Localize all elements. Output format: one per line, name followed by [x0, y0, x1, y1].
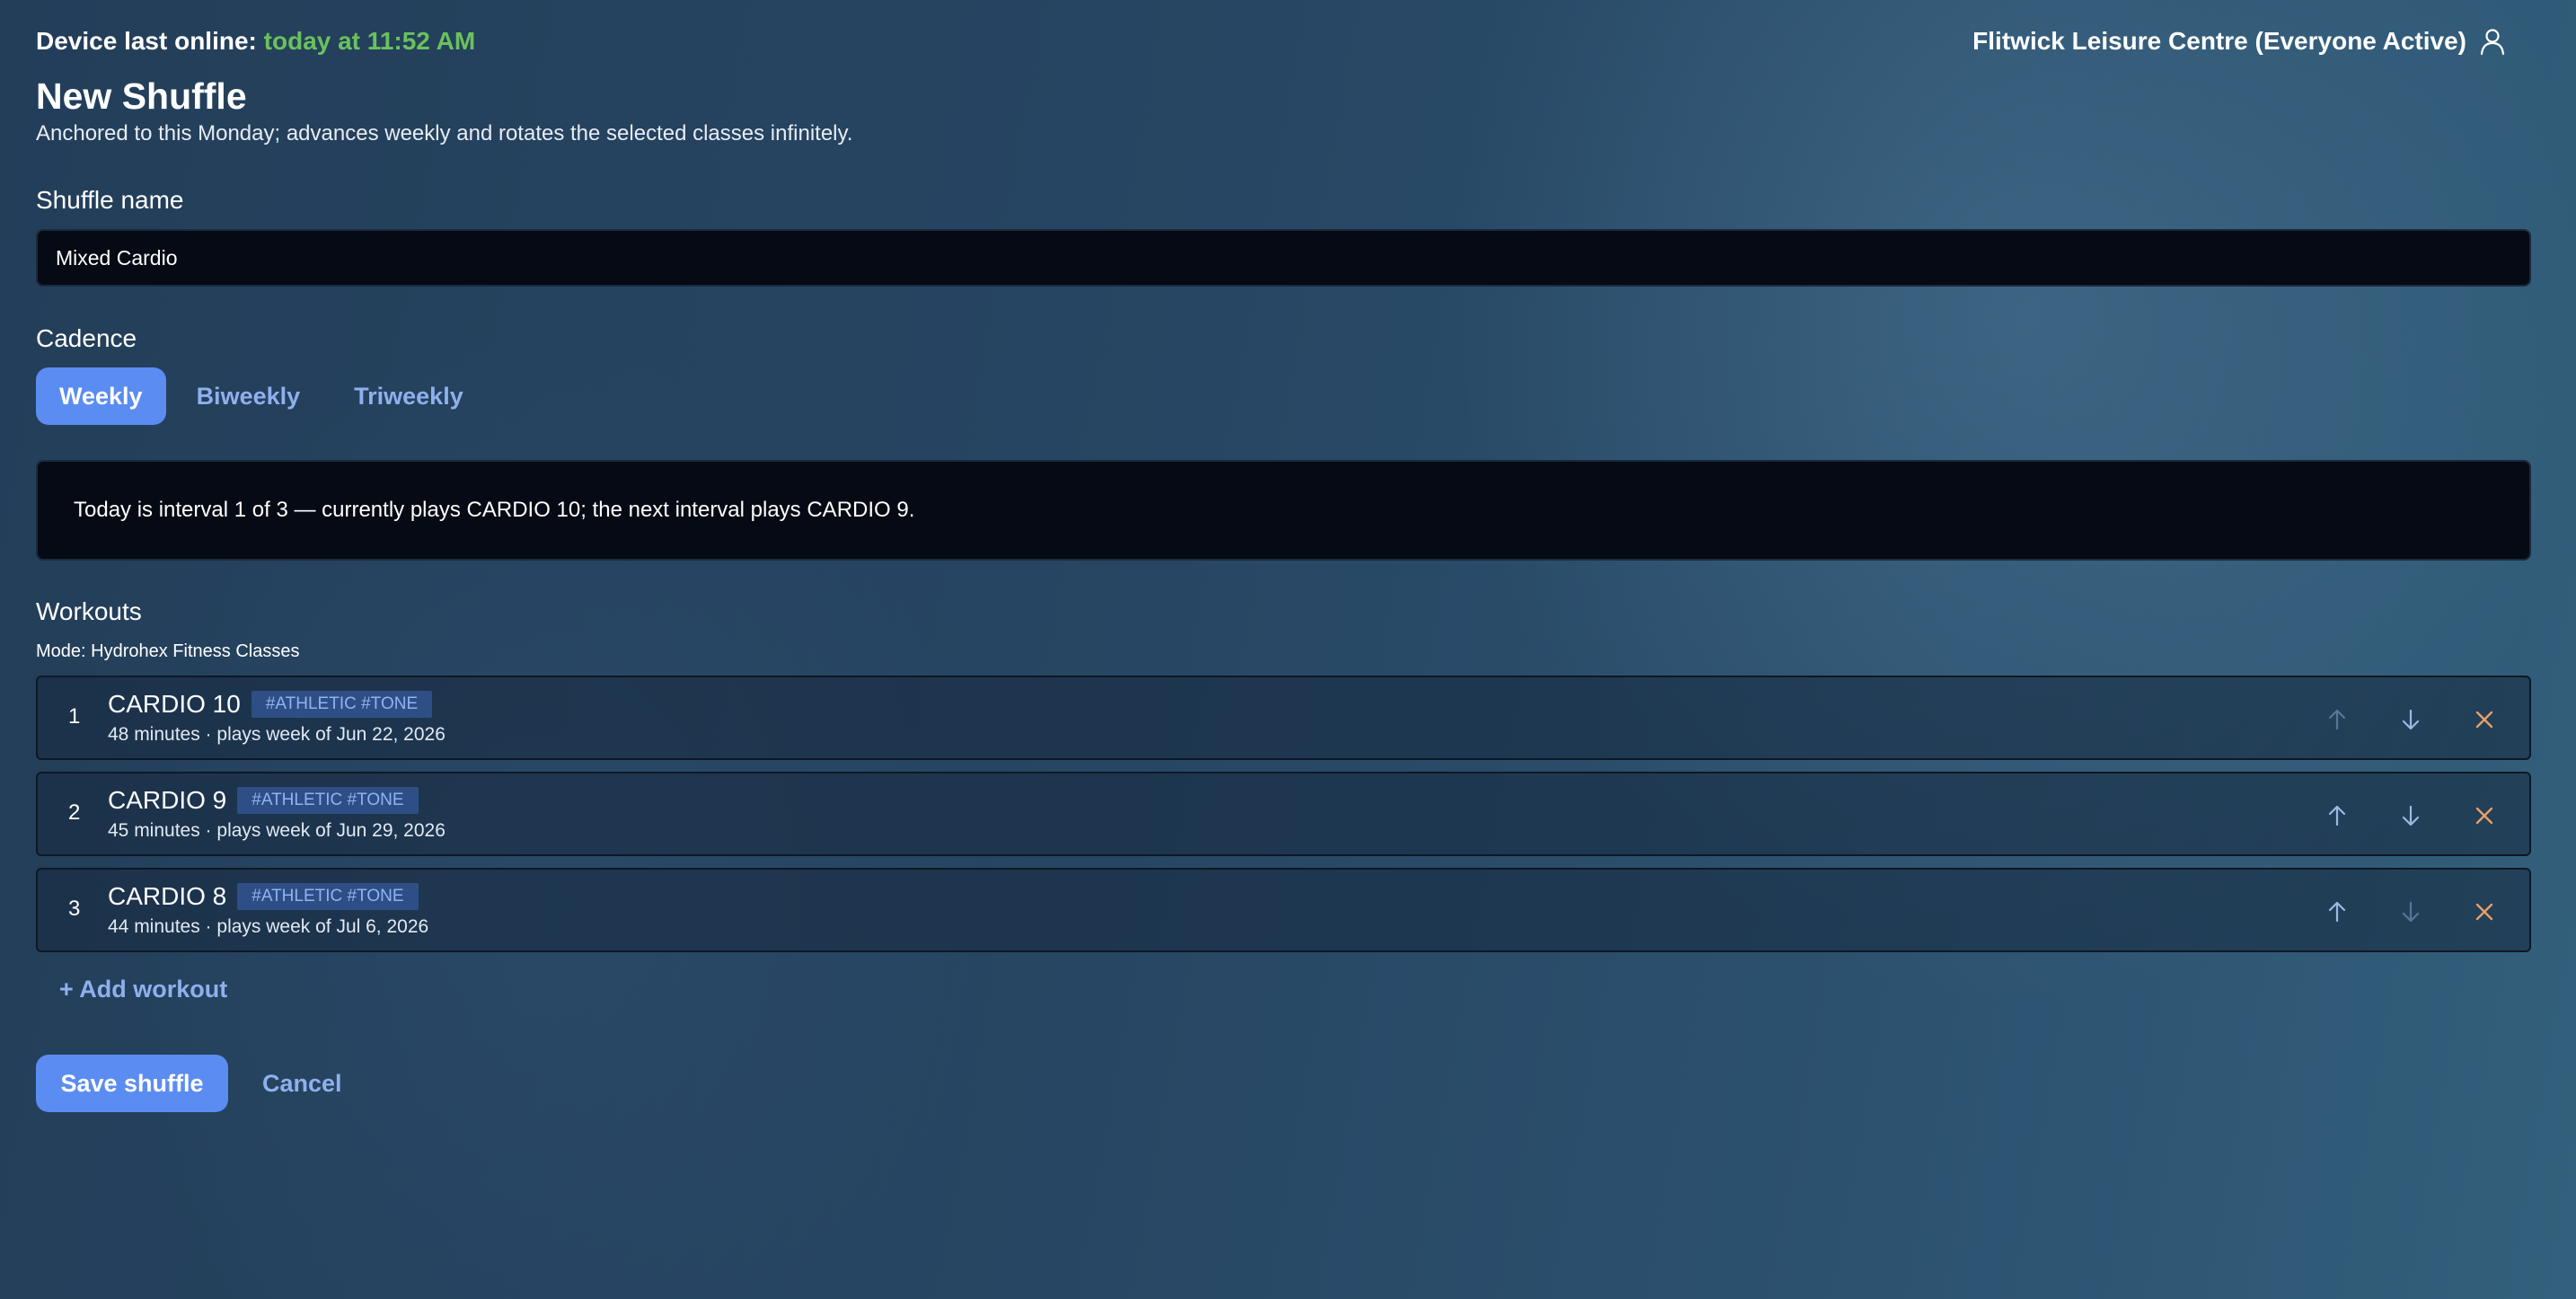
arrow-up-icon	[2328, 901, 2346, 923]
venue-name: Flitwick Leisure Centre (Everyone Active…	[1972, 27, 2466, 55]
device-last-online-time: today at 11:52 AM	[263, 27, 476, 55]
workout-tags: #ATHLETIC #TONE	[237, 883, 419, 910]
move-up-button[interactable]	[2319, 798, 2355, 834]
interval-info-box: Today is interval 1 of 3 — currently pla…	[36, 460, 2531, 561]
workout-index: 1	[68, 704, 81, 729]
cadence-option-triweekly[interactable]: Triweekly	[331, 367, 487, 425]
page-title: New Shuffle	[36, 75, 247, 117]
workout-row: 2 CARDIO 9 #ATHLETIC #TONE 45 minutes · …	[36, 772, 2531, 856]
workout-index: 2	[68, 800, 81, 825]
move-down-button[interactable]	[2393, 798, 2429, 834]
workout-actions	[2319, 798, 2502, 834]
workout-name: CARDIO 8	[108, 882, 227, 910]
move-down-button[interactable]	[2393, 702, 2429, 738]
workout-actions	[2319, 702, 2502, 738]
cadence-label: Cadence	[36, 324, 137, 352]
workout-actions	[2319, 894, 2502, 930]
close-icon	[2475, 903, 2493, 921]
close-icon	[2475, 711, 2493, 729]
remove-workout-button[interactable]	[2466, 702, 2502, 738]
interval-info-text: Today is interval 1 of 3 — currently pla…	[74, 498, 915, 522]
workout-name: CARDIO 9	[108, 786, 227, 814]
top-bar: Device last online: today at 11:52 AM Fl…	[36, 27, 2506, 63]
arrow-up-icon	[2328, 805, 2346, 826]
device-status: Device last online: today at 11:52 AM	[36, 27, 475, 56]
workout-index: 3	[68, 897, 81, 921]
remove-workout-button[interactable]	[2466, 798, 2502, 834]
cadence-option-weekly[interactable]: Weekly	[36, 367, 166, 425]
workout-row: 1 CARDIO 10 #ATHLETIC #TONE 48 minutes ·…	[36, 676, 2531, 760]
workout-list: 1 CARDIO 10 #ATHLETIC #TONE 48 minutes ·…	[36, 676, 2531, 964]
venue-account[interactable]: Flitwick Leisure Centre (Everyone Active…	[1972, 27, 2506, 56]
workout-tags: #ATHLETIC #TONE	[237, 787, 419, 814]
workout-row: 3 CARDIO 8 #ATHLETIC #TONE 44 minutes · …	[36, 868, 2531, 952]
user-icon[interactable]	[2479, 27, 2506, 56]
cancel-button[interactable]: Cancel	[244, 1055, 360, 1112]
workout-tags: #ATHLETIC #TONE	[251, 691, 433, 718]
move-up-button[interactable]	[2319, 894, 2355, 930]
workout-meta: 48 minutes · plays week of Jun 22, 2026	[108, 724, 446, 745]
workout-title: CARDIO 8 #ATHLETIC #TONE	[108, 882, 419, 911]
workout-meta: 44 minutes · plays week of Jul 6, 2026	[108, 916, 429, 937]
move-up-button[interactable]	[2319, 702, 2355, 738]
workouts-label: Workouts	[36, 597, 142, 625]
arrow-down-icon	[2402, 901, 2420, 923]
arrow-down-icon	[2402, 805, 2420, 826]
workout-meta: 45 minutes · plays week of Jun 29, 2026	[108, 820, 446, 841]
workouts-mode: Mode: Hydrohex Fitness Classes	[36, 641, 300, 661]
workout-name: CARDIO 10	[108, 690, 241, 718]
save-shuffle-button[interactable]: Save shuffle	[36, 1055, 228, 1112]
cadence-option-biweekly[interactable]: Biweekly	[173, 367, 324, 425]
page-subtitle: Anchored to this Monday; advances weekly…	[36, 121, 853, 146]
add-workout-link[interactable]: + Add workout	[59, 976, 227, 1003]
arrow-up-icon	[2328, 709, 2346, 730]
shuffle-name-input[interactable]	[36, 229, 2531, 287]
device-status-label: Device last online:	[36, 27, 257, 55]
shuffle-name-label: Shuffle name	[36, 186, 184, 214]
move-down-button[interactable]	[2393, 894, 2429, 930]
workout-title: CARDIO 10 #ATHLETIC #TONE	[108, 690, 433, 719]
remove-workout-button[interactable]	[2466, 894, 2502, 930]
arrow-down-icon	[2402, 709, 2420, 730]
cadence-selector: Weekly Biweekly Triweekly	[36, 367, 487, 425]
close-icon	[2475, 807, 2493, 825]
workout-title: CARDIO 9 #ATHLETIC #TONE	[108, 786, 419, 815]
